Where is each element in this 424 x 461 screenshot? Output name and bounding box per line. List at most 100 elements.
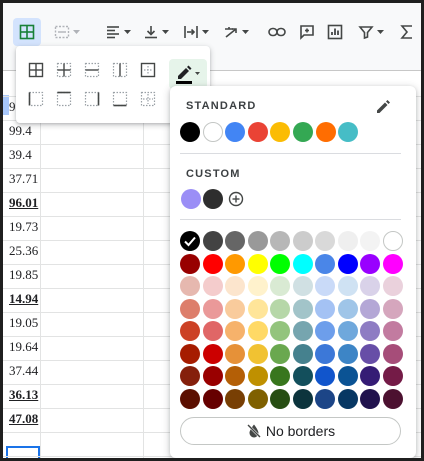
insert-chart-button[interactable]: [321, 18, 349, 46]
color-swatch[interactable]: [247, 231, 268, 251]
color-swatch[interactable]: [337, 343, 358, 364]
selected-cell[interactable]: [6, 446, 40, 458]
color-swatch[interactable]: [382, 253, 403, 274]
color-swatch[interactable]: [202, 343, 223, 364]
cell-value[interactable]: 37.71: [9, 167, 39, 191]
bottom-border-button[interactable]: [108, 87, 132, 111]
color-swatch[interactable]: [315, 231, 335, 251]
color-swatch[interactable]: [180, 343, 200, 364]
color-swatch[interactable]: [202, 321, 223, 341]
color-swatch[interactable]: [360, 388, 380, 409]
color-swatch[interactable]: [382, 321, 403, 341]
color-swatch[interactable]: [225, 366, 245, 386]
color-swatch[interactable]: [202, 388, 223, 409]
color-swatch[interactable]: [225, 253, 245, 274]
cell-value[interactable]: 96.01: [9, 191, 39, 215]
all-borders-button[interactable]: [24, 58, 48, 82]
color-swatch[interactable]: [225, 388, 245, 409]
color-swatch[interactable]: [270, 231, 290, 251]
color-swatch[interactable]: [315, 388, 335, 409]
cell-value[interactable]: 37.44: [9, 359, 39, 383]
color-swatch[interactable]: [202, 366, 223, 386]
add-custom-color-button[interactable]: [226, 189, 246, 209]
cell-value[interactable]: 36.13: [9, 383, 39, 407]
color-swatch[interactable]: [382, 388, 403, 409]
color-swatch[interactable]: [270, 388, 290, 409]
text-rotation-button[interactable]: [219, 18, 253, 46]
color-swatch[interactable]: [382, 298, 403, 319]
color-swatch[interactable]: [270, 343, 290, 364]
cell-value[interactable]: 19.85: [9, 263, 39, 287]
color-swatch[interactable]: [382, 366, 403, 386]
edit-icon[interactable]: [375, 99, 391, 115]
color-swatch[interactable]: [225, 298, 245, 319]
color-swatch[interactable]: [247, 321, 268, 341]
cell-value[interactable]: 19.05: [9, 311, 39, 335]
standard-color-swatch[interactable]: [293, 122, 313, 142]
left-border-button[interactable]: [24, 87, 48, 111]
color-swatch[interactable]: [337, 388, 358, 409]
standard-color-swatch[interactable]: [202, 122, 223, 142]
no-borders-button[interactable]: No borders: [180, 417, 401, 445]
standard-color-swatch[interactable]: [315, 122, 336, 142]
color-swatch[interactable]: [382, 231, 403, 251]
color-swatch[interactable]: [292, 388, 313, 409]
color-swatch[interactable]: [270, 298, 290, 319]
color-swatch[interactable]: [180, 298, 200, 319]
cell-value[interactable]: 19.73: [9, 215, 39, 239]
outer-borders-button[interactable]: [136, 58, 160, 82]
color-swatch[interactable]: [180, 388, 200, 409]
custom-color-swatch[interactable]: [203, 189, 223, 209]
top-border-button[interactable]: [52, 87, 76, 111]
selected-color-swatch[interactable]: [180, 231, 200, 251]
color-swatch[interactable]: [225, 276, 245, 296]
color-swatch[interactable]: [315, 253, 335, 274]
cell-value[interactable]: 14.94: [9, 287, 39, 311]
color-swatch[interactable]: [382, 343, 403, 364]
color-swatch[interactable]: [360, 298, 380, 319]
merge-cells-button[interactable]: [47, 18, 87, 46]
color-swatch[interactable]: [292, 298, 313, 319]
color-swatch[interactable]: [247, 298, 268, 319]
color-swatch[interactable]: [292, 321, 313, 341]
vertical-align-button[interactable]: [141, 18, 171, 46]
color-swatch[interactable]: [270, 366, 290, 386]
inner-borders-button[interactable]: [52, 58, 76, 82]
color-swatch[interactable]: [337, 253, 358, 274]
color-swatch[interactable]: [292, 343, 313, 364]
color-swatch[interactable]: [360, 321, 380, 341]
color-swatch[interactable]: [180, 276, 200, 296]
color-swatch[interactable]: [202, 298, 223, 319]
color-swatch[interactable]: [247, 276, 268, 296]
custom-color-swatch[interactable]: [181, 189, 201, 209]
color-swatch[interactable]: [292, 231, 313, 251]
border-color-button[interactable]: [169, 59, 207, 89]
color-swatch[interactable]: [292, 276, 313, 296]
color-swatch[interactable]: [360, 343, 380, 364]
color-swatch[interactable]: [360, 253, 380, 274]
create-filter-button[interactable]: [353, 18, 389, 46]
cell-value[interactable]: 39.4: [9, 143, 39, 167]
color-swatch[interactable]: [337, 321, 358, 341]
standard-color-swatch[interactable]: [338, 122, 359, 142]
color-swatch[interactable]: [360, 231, 380, 251]
color-swatch[interactable]: [270, 253, 290, 274]
standard-color-swatch[interactable]: [247, 122, 268, 142]
color-swatch[interactable]: [382, 276, 403, 296]
standard-color-swatch[interactable]: [225, 122, 246, 142]
color-swatch[interactable]: [315, 366, 335, 386]
color-swatch[interactable]: [270, 276, 290, 296]
color-swatch[interactable]: [247, 366, 268, 386]
color-swatch[interactable]: [180, 366, 200, 386]
color-swatch[interactable]: [360, 366, 380, 386]
insert-comment-button[interactable]: [293, 18, 321, 46]
functions-button[interactable]: [395, 18, 419, 46]
standard-color-swatch[interactable]: [180, 122, 200, 142]
color-swatch[interactable]: [315, 298, 335, 319]
cell-value[interactable]: 19.64: [9, 335, 39, 359]
color-swatch[interactable]: [202, 253, 223, 274]
color-swatch[interactable]: [225, 231, 245, 251]
color-swatch[interactable]: [292, 253, 313, 274]
color-swatch[interactable]: [337, 231, 358, 251]
color-swatch[interactable]: [292, 366, 313, 386]
